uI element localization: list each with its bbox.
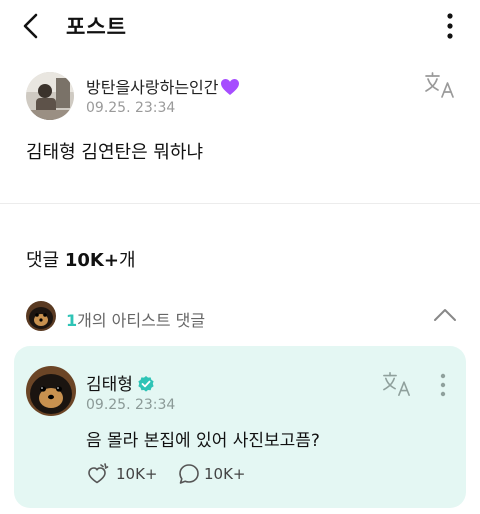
artist-comment-author[interactable]: 김태형: [86, 370, 155, 398]
post-body: 김태형 김연탄은 뭐하냐: [26, 142, 204, 163]
back-arrow-icon: [23, 13, 38, 39]
post-timestamp: 09.25. 23:34: [86, 100, 176, 116]
purple-heart-icon: [220, 78, 240, 100]
section-divider: [0, 203, 480, 204]
artist-comment-body: 음 몰라 본집에 있어 사진보고픔?: [86, 431, 320, 451]
more-options-button[interactable]: [440, 12, 460, 40]
back-button[interactable]: [18, 10, 46, 42]
reply-button[interactable]: [178, 463, 200, 485]
more-vertical-icon: [440, 373, 446, 397]
artist-comment-translate-button[interactable]: [382, 370, 412, 398]
reply-count: 10K+: [204, 465, 246, 483]
collapse-button[interactable]: [432, 304, 458, 326]
translate-icon: [383, 372, 410, 396]
comments-suffix: 개: [118, 250, 136, 271]
post-author-name[interactable]: 방탄을사랑하는인간: [86, 74, 240, 100]
page-title: 포스트: [66, 15, 127, 39]
more-vertical-icon: [447, 13, 453, 39]
like-count: 10K+: [116, 465, 158, 483]
comments-header: 댓글 10K+개: [26, 246, 136, 272]
artist-comment-more-button[interactable]: [434, 372, 452, 398]
top-bar: 포스트: [0, 0, 480, 52]
translate-icon: [425, 72, 454, 98]
like-button[interactable]: [86, 463, 110, 485]
comments-count: 10K+: [64, 250, 119, 271]
post-author-label: 방탄을사랑하는인간: [86, 78, 219, 97]
artist-comments-label: 개의 아티스트 댓글: [77, 311, 206, 330]
like-icon: [88, 463, 109, 484]
translate-button[interactable]: [424, 70, 456, 100]
artist-comments-toggle[interactable]: 1개의 아티스트 댓글: [66, 307, 205, 331]
artist-comments-count: 1: [66, 311, 78, 330]
artist-comment-avatar[interactable]: [26, 366, 76, 416]
chevron-up-icon: [434, 309, 456, 321]
reply-icon: [179, 464, 199, 484]
comments-label: 댓글: [26, 250, 60, 271]
artist-comment-author-label: 김태형: [86, 375, 133, 395]
post-author-avatar[interactable]: [26, 72, 74, 120]
artist-comment-timestamp: 09.25. 23:34: [86, 397, 176, 413]
verified-icon: [137, 375, 155, 398]
artist-avatar-small: [26, 301, 56, 331]
